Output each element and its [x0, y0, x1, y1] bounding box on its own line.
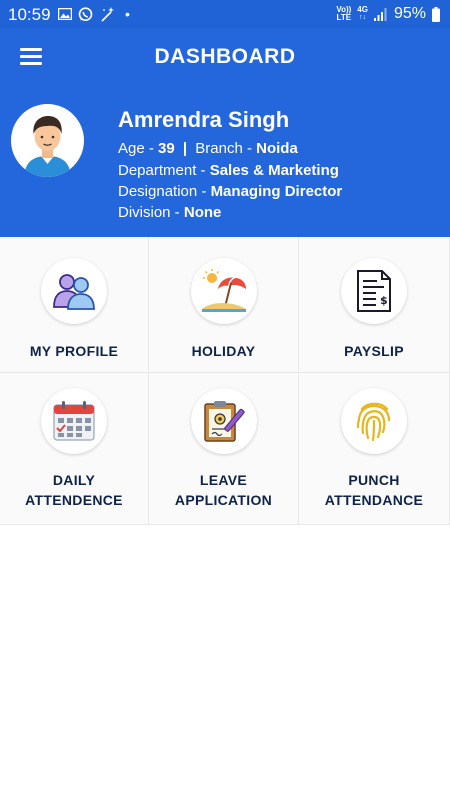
designation-value: Managing Director	[210, 183, 343, 200]
my-profile-label: MY PROFILE	[29, 343, 119, 359]
svg-text:$: $	[380, 294, 388, 307]
payslip-label: PAYSLIP	[344, 343, 404, 359]
daily-attendence-tile[interactable]: DAILY ATTENDENCE	[0, 373, 149, 525]
avatar[interactable]	[11, 104, 84, 177]
branch-value: Noida	[256, 140, 298, 157]
volte-indicator: Vo)) LTE	[336, 5, 352, 22]
menu-grid: MY PROFILE HOLIDAY $ PAYSLIP DAILY ATTEN…	[0, 237, 450, 525]
dot-icon: •	[125, 6, 130, 22]
profile-header: Amrendra Singh Age - 39 | Branch - Noida…	[0, 86, 450, 237]
user-avatar-icon	[24, 116, 71, 177]
department-line: Department - Sales & Marketing	[118, 162, 339, 179]
page-title: DASHBOARD	[154, 45, 296, 68]
department-value: Sales & Marketing	[209, 162, 339, 179]
division-line: Division - None	[118, 204, 222, 221]
holiday-label: HOLIDAY	[191, 343, 256, 359]
whatsapp-icon	[78, 6, 93, 21]
app-bar: DASHBOARD	[0, 28, 450, 86]
fingerprint-icon	[356, 402, 391, 442]
age-branch-line: Age - 39 | Branch - Noida	[118, 140, 298, 157]
gallery-icon	[58, 8, 72, 20]
punch-attendance-tile[interactable]: PUNCH ATTENDANCE	[299, 373, 450, 525]
magic-wand-icon	[101, 6, 114, 22]
users-icon	[53, 274, 95, 310]
age-value: 39	[158, 140, 175, 157]
profile-name: Amrendra Singh	[118, 107, 290, 132]
calendar-icon	[53, 401, 95, 441]
status-time: 10:59	[8, 5, 51, 24]
division-value: None	[183, 204, 222, 221]
my-profile-tile[interactable]: MY PROFILE	[0, 237, 149, 373]
signal-icon	[373, 7, 387, 21]
beach-umbrella-icon	[201, 269, 246, 312]
notification-icons: •	[58, 6, 130, 22]
designation-line: Designation - Managing Director	[118, 183, 343, 200]
battery-icon	[432, 6, 440, 22]
payslip-document-icon: $	[357, 270, 391, 312]
punch-attendance-label: PUNCH ATTENDANCE	[324, 472, 424, 508]
network-type: 4G ↑↓	[357, 5, 368, 22]
payslip-tile[interactable]: $ PAYSLIP	[299, 237, 450, 373]
clipboard-pen-icon	[203, 401, 245, 442]
holiday-tile[interactable]: HOLIDAY	[149, 237, 299, 373]
battery-percent: 95%	[393, 5, 426, 22]
daily-attendence-label: DAILY ATTENDENCE	[25, 472, 123, 508]
status-bar: 10:59 • Vo)) LTE 4G ↑↓ 95%	[0, 0, 450, 28]
system-icons: Vo)) LTE 4G ↑↓ 95%	[336, 5, 440, 23]
leave-application-label: LEAVE APPLICATION	[174, 472, 273, 508]
leave-application-tile[interactable]: LEAVE APPLICATION	[149, 373, 299, 525]
separator: |	[182, 140, 188, 157]
